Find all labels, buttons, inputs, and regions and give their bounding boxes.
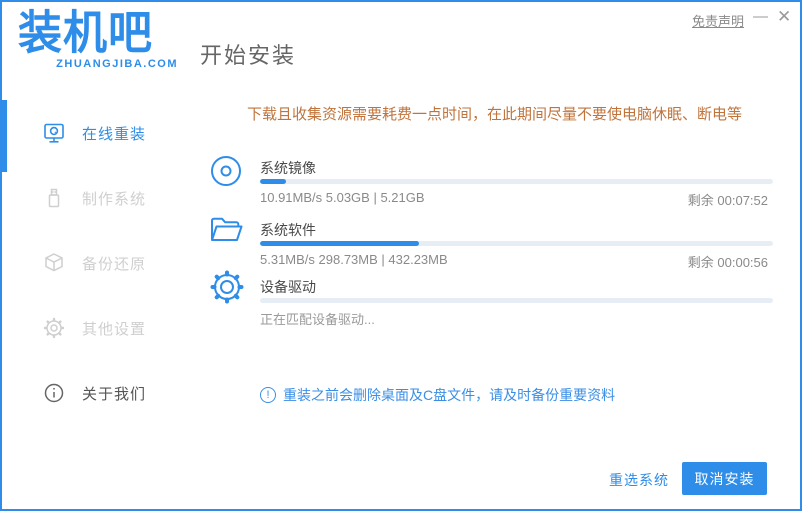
task-name-system-software: 系统软件 — [260, 222, 316, 238]
backup-notice-text: 重装之前会删除桌面及C盘文件，请及时备份重要资料 — [283, 387, 616, 403]
progress-fill — [260, 241, 420, 246]
page-title: 开始安装 — [200, 43, 297, 68]
cancel-install-button[interactable]: 取消安装 — [682, 462, 767, 495]
close-button[interactable]: ✕ — [777, 7, 791, 27]
disc-icon — [208, 153, 244, 189]
logo-title: 装机吧 — [18, 7, 153, 60]
task-remaining-system-software: 剩余 00:00:56 — [687, 255, 768, 270]
task-remaining-system-image: 剩余 00:07:52 — [687, 193, 768, 208]
backup-notice: ! 重装之前会删除桌面及C盘文件，请及时备份重要资料 — [260, 385, 615, 405]
sidebar-item-label: 关于我们 — [82, 385, 147, 403]
exclamation-circle-icon: ! — [260, 387, 276, 403]
disclaimer-link[interactable]: 免责声明 — [692, 11, 744, 30]
minimize-button[interactable]: — — [753, 8, 768, 25]
gear-icon — [208, 268, 246, 306]
sidebar-item-backup-restore[interactable]: 备份还原 — [42, 243, 182, 283]
usb-icon — [42, 186, 66, 210]
progress-bar-system-software — [260, 241, 773, 246]
sidebar-item-other-settings[interactable]: 其他设置 — [42, 308, 182, 348]
driver-matching-status: 正在匹配设备驱动... — [260, 312, 375, 327]
sidebar-item-about-us[interactable]: 关于我们 — [42, 373, 182, 413]
task-name-device-driver: 设备驱动 — [260, 279, 316, 295]
settings-icon — [42, 316, 66, 340]
sidebar-item-online-reinstall[interactable]: 在线重装 — [42, 113, 182, 153]
folder-icon — [208, 212, 244, 248]
sidebar-item-label: 在线重装 — [82, 125, 147, 143]
progress-bar-device-driver — [260, 298, 773, 303]
sidebar-item-make-system[interactable]: 制作系统 — [42, 178, 182, 218]
monitor-icon — [42, 121, 66, 145]
task-stats-system-software: 5.31MB/s 298.73MB | 432.23MB — [260, 252, 448, 267]
reselect-system-button[interactable]: 重选系统 — [609, 470, 669, 490]
sidebar-item-label: 其他设置 — [82, 320, 147, 338]
task-stats-system-image: 10.91MB/s 5.03GB | 5.21GB — [260, 190, 425, 205]
info-icon — [42, 381, 66, 405]
backup-icon — [42, 251, 66, 275]
progress-bar-system-image — [260, 179, 773, 184]
task-name-system-image: 系统镜像 — [260, 160, 316, 176]
download-warning-text: 下载且收集资源需要耗费一点时间，在此期间尽量不要使电脑休眠、断电等 — [246, 106, 742, 123]
sidebar-item-label: 制作系统 — [82, 190, 147, 208]
app-window: 装机吧 ZHUANGJIBA.COM 开始安装 免责声明 — ✕ 在线重装 制作… — [0, 0, 802, 511]
active-item-indicator — [2, 100, 7, 172]
progress-fill — [260, 179, 286, 184]
sidebar-item-label: 备份还原 — [82, 255, 147, 273]
app-logo: 装机吧 ZHUANGJIBA.COM — [18, 8, 178, 70]
